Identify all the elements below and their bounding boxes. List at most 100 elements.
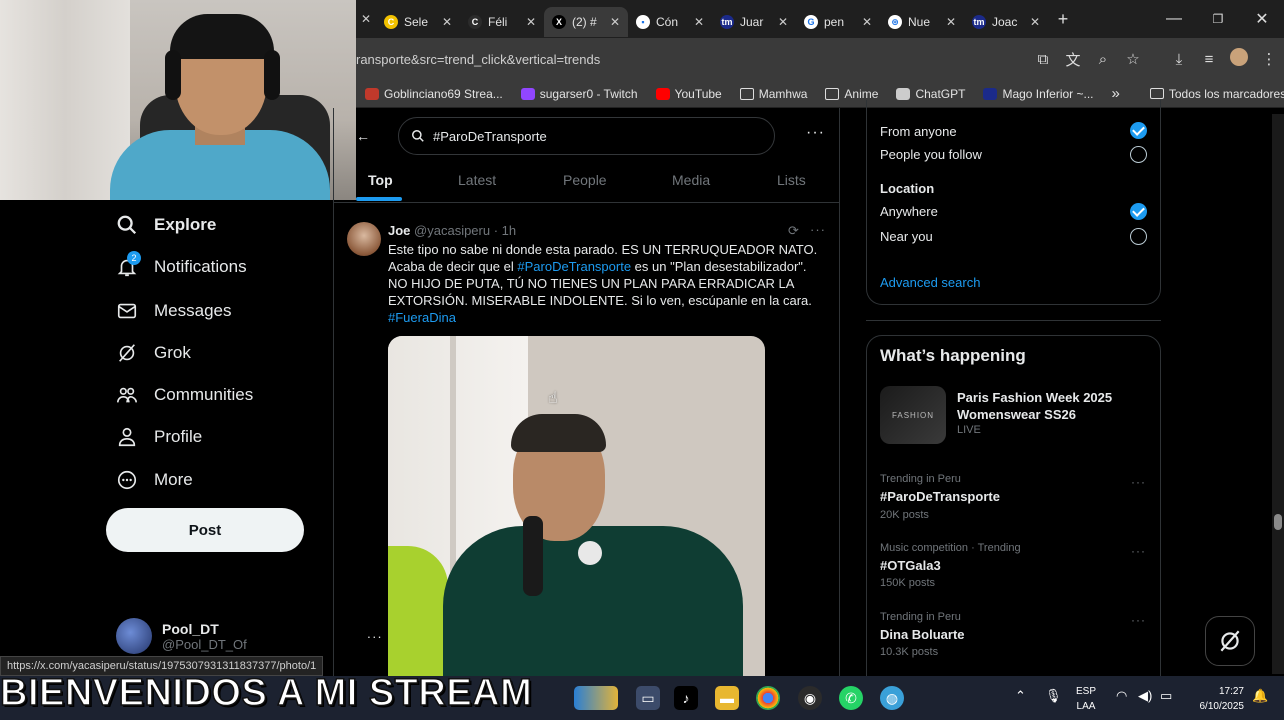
tab-close-icon[interactable]: ✕ <box>442 15 452 29</box>
browser-tab[interactable]: tm Juar ✕ <box>712 7 796 37</box>
tweet-media-image[interactable] <box>388 336 765 676</box>
install-app-icon[interactable]: ⧉ <box>1028 51 1058 68</box>
tab-top[interactable]: Top <box>368 172 393 188</box>
browser-tab[interactable]: ▪ Cón ✕ <box>628 7 712 37</box>
nav-more[interactable]: More <box>116 469 193 491</box>
obs-icon[interactable]: ◉ <box>798 686 822 710</box>
trend-more-icon[interactable]: ··· <box>1131 475 1146 489</box>
bookmark-star-icon[interactable]: ☆ <box>1118 50 1148 68</box>
translate-icon[interactable]: 文 <box>1058 49 1088 70</box>
browser-tab[interactable]: ⊛ Nue ✕ <box>880 7 964 37</box>
download-icon[interactable]: ⤓ <box>1164 51 1194 68</box>
tab-close-icon[interactable]: ✕ <box>946 15 956 29</box>
bookmark-item[interactable]: ChatGPT <box>887 87 974 101</box>
filter-anywhere-radio[interactable] <box>1130 203 1147 220</box>
trend-name[interactable]: Dina Boluarte <box>880 627 965 642</box>
bookmark-item[interactable]: sugarser0 - Twitch <box>512 87 647 101</box>
bookmark-favicon-icon <box>365 87 379 100</box>
nav-grok[interactable]: Grok <box>116 342 191 364</box>
bookmark-item[interactable]: Anime <box>816 87 887 101</box>
file-explorer-icon[interactable]: ▬ <box>715 686 739 710</box>
tab-close-icon[interactable]: ✕ <box>526 15 536 29</box>
tweet-author-handle[interactable]: @yacasiperu · 1h <box>414 223 516 238</box>
nav-communities[interactable]: Communities <box>116 384 253 406</box>
browser-tab[interactable]: Gpen ✕ <box>796 7 880 37</box>
window-close-button[interactable]: ✕ <box>1240 9 1284 29</box>
zoom-icon[interactable]: ⌕ <box>1088 51 1118 68</box>
back-arrow-icon[interactable]: ← <box>356 128 370 144</box>
chrome-icon[interactable] <box>756 686 780 710</box>
tweet-avatar[interactable] <box>347 222 381 256</box>
whatsapp-icon[interactable]: ✆ <box>839 686 863 710</box>
search-more-icon[interactable]: ··· <box>806 124 825 142</box>
post-button[interactable]: Post <box>106 508 304 552</box>
filter-people-you-follow-radio[interactable] <box>1130 146 1147 163</box>
tab-people[interactable]: People <box>563 172 607 188</box>
battery-icon[interactable]: ▭ <box>1160 688 1172 704</box>
input-language[interactable]: ESP LAA <box>1076 684 1096 714</box>
restore-button[interactable]: ❐ <box>1196 12 1240 26</box>
notifications-bell-icon[interactable]: 🔔 <box>1252 688 1268 704</box>
trend-name[interactable]: #OTGala3 <box>880 558 941 573</box>
nav-explore[interactable]: Explore <box>116 214 216 236</box>
nav-messages[interactable]: Messages <box>116 300 231 322</box>
browser-menu-icon[interactable]: ⋮ <box>1254 50 1284 68</box>
globe-app-icon[interactable]: ◍ <box>880 686 904 710</box>
hashtag-link[interactable]: #FueraDina <box>388 309 828 326</box>
trend-name[interactable]: #ParoDeTransporte <box>880 489 1000 504</box>
trend-more-icon[interactable]: ··· <box>1131 544 1146 558</box>
browser-tab[interactable]: X (2) # ✕ <box>544 7 628 37</box>
close-icon[interactable]: ✕ <box>356 12 376 26</box>
volume-icon[interactable]: ◀) <box>1138 688 1152 704</box>
featured-event-title[interactable]: Paris Fashion Week 2025 Womenswear SS26 <box>957 389 1147 423</box>
tab-latest[interactable]: Latest <box>458 172 496 188</box>
scrollbar-thumb[interactable] <box>1274 514 1282 530</box>
tweet-author-name[interactable]: Joe <box>388 223 410 238</box>
grok-explain-icon[interactable]: ⟳ <box>788 223 799 239</box>
tab-close-icon[interactable]: ✕ <box>694 15 704 29</box>
filter-people-you-follow-label: People you follow <box>880 147 982 162</box>
grok-icon <box>1220 630 1240 652</box>
bookmark-item[interactable]: YouTube <box>647 87 731 101</box>
tab-close-icon[interactable]: ✕ <box>778 15 788 29</box>
tweet-more-icon[interactable]: ··· <box>810 222 826 237</box>
microphone-icon[interactable]: 🎙 <box>1045 688 1062 704</box>
tab-media[interactable]: Media <box>672 172 710 188</box>
browser-tab[interactable]: C Sele ✕ <box>376 7 460 37</box>
nav-notifications[interactable]: 2 Notifications <box>116 251 247 278</box>
media-control-icon[interactable]: ≡ <box>1194 51 1224 68</box>
featured-event-thumbnail[interactable]: FASHION <box>880 386 946 444</box>
taskbar-clock[interactable]: 17:27 6/10/2025 <box>1188 684 1245 714</box>
tab-close-icon[interactable]: ✕ <box>1030 15 1040 29</box>
nav-profile[interactable]: Profile <box>116 426 202 448</box>
url-input[interactable]: ransporte&src=trend_click&vertical=trend… <box>356 52 1028 67</box>
bookmark-item[interactable]: Mamhwa <box>731 87 817 101</box>
hashtag-link[interactable]: #ParoDeTransporte <box>517 259 631 274</box>
tray-expand-icon[interactable]: ⌃ <box>1015 688 1026 704</box>
browser-tab[interactable]: C Féli ✕ <box>460 7 544 37</box>
window-app-icon[interactable]: ▭ <box>636 686 660 710</box>
stream-banner-overlay: BIENVENIDOS A MI STREAM <box>0 671 533 715</box>
profile-avatar[interactable] <box>1224 48 1254 70</box>
browser-tab-bar: ✕ C Sele ✕ C Féli ✕ X (2) # ✕ ▪ Cón ✕ tm Juar ✕ Gpen ✕ ⊛ N… <box>356 0 1284 38</box>
trend-count: 10.3K posts <box>880 646 939 658</box>
tab-close-icon[interactable]: ✕ <box>862 15 872 29</box>
search-input[interactable]: #ParoDeTransporte <box>398 117 775 155</box>
minimize-button[interactable]: — <box>1152 10 1196 28</box>
wifi-icon[interactable]: ◠ <box>1116 688 1127 704</box>
grok-floating-button[interactable] <box>1205 616 1255 666</box>
tab-lists[interactable]: Lists <box>777 172 806 188</box>
bookmark-item[interactable]: Goblinciano69 Strea... <box>356 87 512 101</box>
tiktok-icon[interactable]: ♪ <box>674 686 698 710</box>
scrollbar[interactable] <box>1272 114 1284 674</box>
trend-more-icon[interactable]: ··· <box>1131 613 1146 627</box>
browser-tab[interactable]: tm Joac ✕ <box>964 7 1048 37</box>
filter-from-anyone-radio[interactable] <box>1130 122 1147 139</box>
all-bookmarks-folder[interactable]: Todos los marcadores <box>1141 87 1284 101</box>
bookmark-item[interactable]: Mago Inferior ~... <box>974 87 1102 101</box>
advanced-search-link[interactable]: Advanced search <box>880 275 980 290</box>
tab-close-icon[interactable]: ✕ <box>610 15 620 29</box>
game-app-icon[interactable] <box>574 686 618 710</box>
new-tab-button[interactable]: + <box>1048 9 1078 30</box>
filter-near-you-radio[interactable] <box>1130 228 1147 245</box>
